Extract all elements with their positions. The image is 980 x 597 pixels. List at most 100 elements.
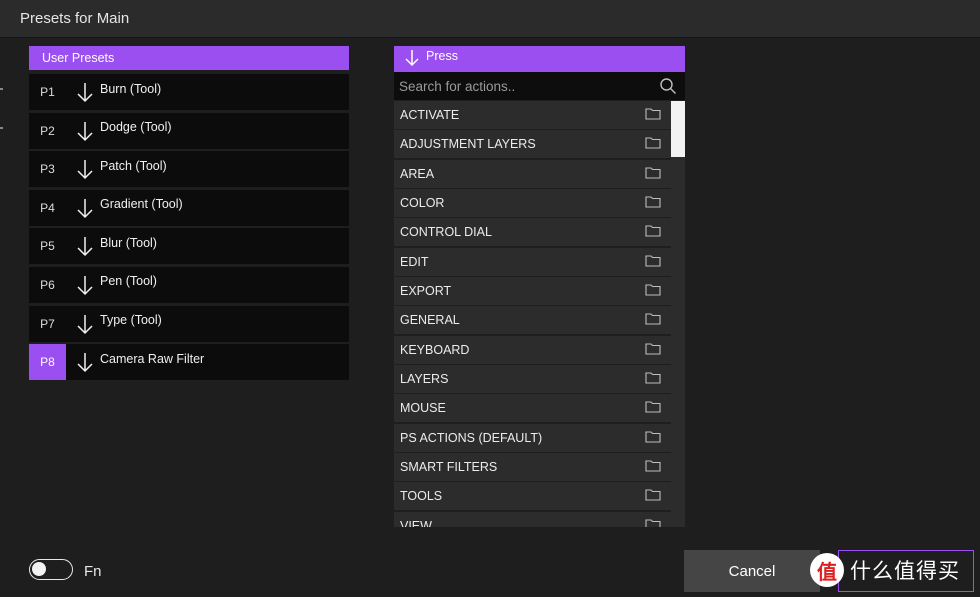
preset-row[interactable]: P3 Patch (Tool) — [29, 151, 349, 188]
category-row[interactable]: VIEW — [394, 511, 671, 527]
title-bar: Presets for Main — [0, 0, 980, 38]
category-row[interactable]: EXPORT — [394, 277, 671, 306]
preset-label: Gradient (Tool) — [100, 197, 183, 212]
category-label: KEYBOARD — [400, 342, 470, 357]
category-row[interactable]: PS ACTIONS (DEFAULT) — [394, 423, 671, 452]
scrollbar[interactable] — [671, 101, 685, 527]
user-presets-panel: User Presets P1 Burn (Tool) P2 Dodge (Tool)… — [29, 46, 349, 381]
category-row[interactable]: LAYERS — [394, 365, 671, 394]
press-arrow-icon — [402, 48, 422, 68]
preset-label: Patch (Tool) — [100, 158, 167, 173]
watermark-text: 什么值得买 — [850, 560, 960, 583]
preset-label: Pen (Tool) — [100, 274, 157, 289]
preset-row[interactable]: P4 Gradient (Tool) — [29, 189, 349, 226]
search-bar — [394, 72, 685, 100]
category-label: GENERAL — [400, 313, 460, 328]
preset-label: Camera Raw Filter — [100, 351, 205, 366]
press-header: Press — [394, 46, 685, 72]
press-arrow-icon — [74, 235, 96, 257]
category-label: COLOR — [400, 196, 445, 211]
folder-icon — [645, 400, 661, 413]
folder-icon — [645, 107, 661, 120]
category-row[interactable]: TOOLS — [394, 482, 671, 511]
preset-number: P7 — [40, 316, 55, 331]
search-input[interactable] — [399, 78, 649, 94]
press-arrow-icon — [74, 81, 96, 103]
category-row[interactable]: SMART FILTERS — [394, 453, 671, 482]
category-row[interactable]: AREA — [394, 159, 671, 188]
preset-row[interactable]: P1 Burn (Tool) — [29, 74, 349, 110]
folder-icon — [645, 312, 661, 325]
fn-toggle[interactable] — [29, 559, 73, 580]
preset-number: P2 — [40, 123, 55, 138]
preset-list: P1 Burn (Tool) P2 Dodge (Tool) P3 Patch (Tool… — [29, 74, 349, 381]
category-row[interactable]: EDIT — [394, 247, 671, 276]
category-label: ADJUSTMENT LAYERS — [400, 137, 536, 152]
fn-label: Fn — [84, 563, 102, 580]
preset-label: Dodge (Tool) — [100, 120, 172, 135]
press-arrow-icon — [74, 274, 96, 296]
preset-label: Type (Tool) — [100, 313, 162, 328]
actions-panel: Press ACTIVATE ADJUSTMENT LAYERS AREA COLOR… — [394, 46, 685, 527]
folder-icon — [645, 342, 661, 355]
category-row[interactable]: KEYBOARD — [394, 335, 671, 364]
category-label: SMART FILTERS — [400, 460, 498, 475]
user-presets-header: User Presets — [29, 46, 349, 70]
edge-tick — [0, 88, 3, 90]
edge-tick — [0, 127, 3, 129]
scroll-thumb[interactable] — [671, 101, 685, 157]
action-category-list[interactable]: ACTIVATE ADJUSTMENT LAYERS AREA COLOR CONTRO… — [394, 101, 685, 527]
folder-icon — [645, 283, 661, 296]
press-arrow-icon — [74, 120, 96, 142]
category-row[interactable]: GENERAL — [394, 306, 671, 335]
preset-row[interactable]: P8 Camera Raw Filter — [29, 344, 349, 381]
watermark: 值 什么值得买 — [810, 550, 978, 590]
preset-number: P5 — [40, 239, 55, 254]
preset-row[interactable]: P5 Blur (Tool) — [29, 228, 349, 265]
folder-icon — [645, 430, 661, 443]
press-arrow-icon — [74, 351, 96, 373]
category-label: CONTROL DIAL — [400, 225, 492, 240]
search-icon[interactable] — [659, 77, 677, 95]
watermark-logo: 值 — [810, 553, 844, 587]
fn-toggle-knob — [32, 562, 46, 576]
press-arrow-icon — [74, 158, 96, 180]
folder-icon — [645, 136, 661, 149]
category-label: EDIT — [400, 254, 429, 269]
preset-label: Burn (Tool) — [100, 81, 162, 96]
preset-row[interactable]: P2 Dodge (Tool) — [29, 112, 349, 149]
category-row[interactable]: ACTIVATE — [394, 101, 671, 129]
preset-number: P6 — [40, 277, 55, 292]
folder-icon — [645, 254, 661, 267]
category-label: VIEW — [400, 518, 432, 527]
category-label: LAYERS — [400, 372, 449, 387]
press-arrow-icon — [74, 313, 96, 335]
cancel-button[interactable]: Cancel — [684, 550, 820, 592]
preset-label: Blur (Tool) — [100, 235, 157, 250]
press-header-label: Press — [426, 49, 458, 63]
folder-icon — [645, 195, 661, 208]
preset-number: P8 — [29, 344, 66, 381]
preset-row[interactable]: P7 Type (Tool) — [29, 305, 349, 342]
folder-icon — [645, 488, 661, 502]
category-label: MOUSE — [400, 401, 446, 416]
preset-row[interactable]: P6 Pen (Tool) — [29, 266, 349, 303]
folder-icon — [645, 224, 661, 237]
window-title: Presets for Main — [20, 10, 130, 27]
category-label: EXPORT — [400, 284, 452, 299]
folder-icon — [645, 166, 661, 179]
category-row[interactable]: ADJUSTMENT LAYERS — [394, 130, 671, 159]
category-row[interactable]: MOUSE — [394, 394, 671, 423]
press-arrow-icon — [74, 197, 96, 219]
category-label: AREA — [400, 166, 435, 181]
category-items: ACTIVATE ADJUSTMENT LAYERS AREA COLOR CONTRO… — [394, 101, 671, 527]
category-label: TOOLS — [400, 489, 443, 504]
folder-icon — [645, 459, 661, 472]
category-row[interactable]: CONTROL DIAL — [394, 218, 671, 247]
category-row[interactable]: COLOR — [394, 189, 671, 218]
preset-number: P4 — [40, 200, 55, 215]
preset-number: P1 — [40, 85, 55, 99]
category-label: PS ACTIONS (DEFAULT) — [400, 430, 543, 445]
folder-icon — [645, 371, 661, 384]
category-label: ACTIVATE — [400, 108, 460, 122]
